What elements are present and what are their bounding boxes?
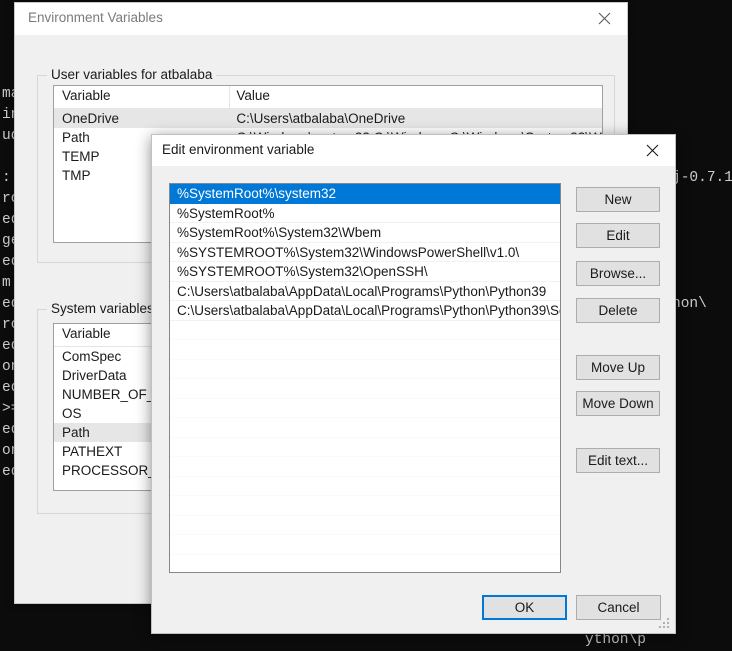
path-entry[interactable]: C:\Users\atbalaba\AppData\Local\Programs… <box>170 301 560 321</box>
edit-dialog-title: Edit environment variable <box>162 142 315 157</box>
environment-variables-close-button[interactable] <box>581 3 627 33</box>
path-entry-empty[interactable] <box>170 418 560 438</box>
user-variables-header: Variable Value <box>54 86 602 109</box>
resize-grip[interactable] <box>659 618 671 630</box>
path-entry-empty[interactable] <box>170 477 560 496</box>
path-entry-empty[interactable] <box>170 555 560 573</box>
column-divider <box>229 86 230 108</box>
path-entry-empty[interactable] <box>170 438 560 457</box>
cancel-button[interactable]: Cancel <box>576 595 661 620</box>
cell-value: C:\Users\atbalaba\OneDrive <box>236 111 406 126</box>
edit-text-button[interactable]: Edit text... <box>576 448 660 473</box>
column-header-value[interactable]: Value <box>228 86 602 108</box>
delete-button[interactable]: Delete <box>576 298 660 323</box>
path-entry-empty[interactable] <box>170 379 560 399</box>
path-entry[interactable]: %SystemRoot%\system32 <box>170 184 560 204</box>
column-header-variable[interactable]: Variable <box>54 86 228 108</box>
path-entry-empty[interactable] <box>170 516 560 535</box>
cell-variable: OneDrive <box>62 111 120 126</box>
edit-environment-variable-dialog: Edit environment variable %SystemRoot%\s… <box>151 134 676 634</box>
path-entry-empty[interactable] <box>170 457 560 477</box>
path-entry[interactable]: %SystemRoot%\System32\Wbem <box>170 223 560 243</box>
close-icon <box>598 12 611 25</box>
user-variables-legend: User variables for atbalaba <box>47 67 217 82</box>
edit-dialog-titlebar[interactable]: Edit environment variable <box>152 135 675 166</box>
ok-button[interactable]: OK <box>482 595 567 620</box>
path-entry[interactable]: %SystemRoot% <box>170 204 560 223</box>
edit-button[interactable]: Edit <box>576 223 660 248</box>
environment-variables-titlebar[interactable]: Environment Variables <box>15 3 627 35</box>
path-entry-empty[interactable] <box>170 321 560 340</box>
path-entries-listbox[interactable]: %SystemRoot%\system32 %SystemRoot% %System… <box>169 183 561 573</box>
screen-root: mainsud: v l cligj-0.7.1roedgeedmed ogra… <box>0 0 732 651</box>
path-entry[interactable]: %SYSTEMROOT%\System32\WindowsPowerShell\… <box>170 243 560 262</box>
move-up-button[interactable]: Move Up <box>576 355 660 380</box>
path-entry-empty[interactable] <box>170 399 560 418</box>
table-row[interactable]: OneDrive C:\Users\atbalaba\OneDrive <box>54 109 602 128</box>
edit-dialog-close-button[interactable] <box>629 135 675 165</box>
path-entry-empty[interactable] <box>170 496 560 516</box>
path-entry-empty[interactable] <box>170 340 560 360</box>
system-variables-legend: System variables <box>47 301 158 316</box>
move-down-button[interactable]: Move Down <box>576 391 660 416</box>
path-entry[interactable]: %SYSTEMROOT%\System32\OpenSSH\ <box>170 262 560 282</box>
browse-button[interactable]: Browse... <box>576 261 660 286</box>
close-icon <box>646 144 659 157</box>
path-entry[interactable]: C:\Users\atbalaba\AppData\Local\Programs… <box>170 282 560 301</box>
environment-variables-title: Environment Variables <box>28 10 163 25</box>
path-entry-empty[interactable] <box>170 535 560 555</box>
new-button[interactable]: New <box>576 187 660 212</box>
path-entry-empty[interactable] <box>170 360 560 379</box>
